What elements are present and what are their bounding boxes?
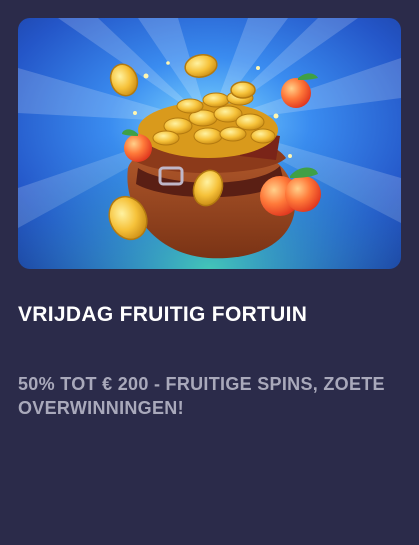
promo-description: 50% TOT € 200 - FRUITIGE SPINS, ZOETE OV… bbox=[18, 374, 385, 418]
promo-card[interactable]: VRIJDAG FRUITIG FORTUIN 50% TOT € 200 - … bbox=[0, 0, 419, 545]
promo-banner-image[interactable] bbox=[18, 18, 401, 269]
promo-title: VRIJDAG FRUITIG FORTUIN bbox=[18, 303, 308, 326]
